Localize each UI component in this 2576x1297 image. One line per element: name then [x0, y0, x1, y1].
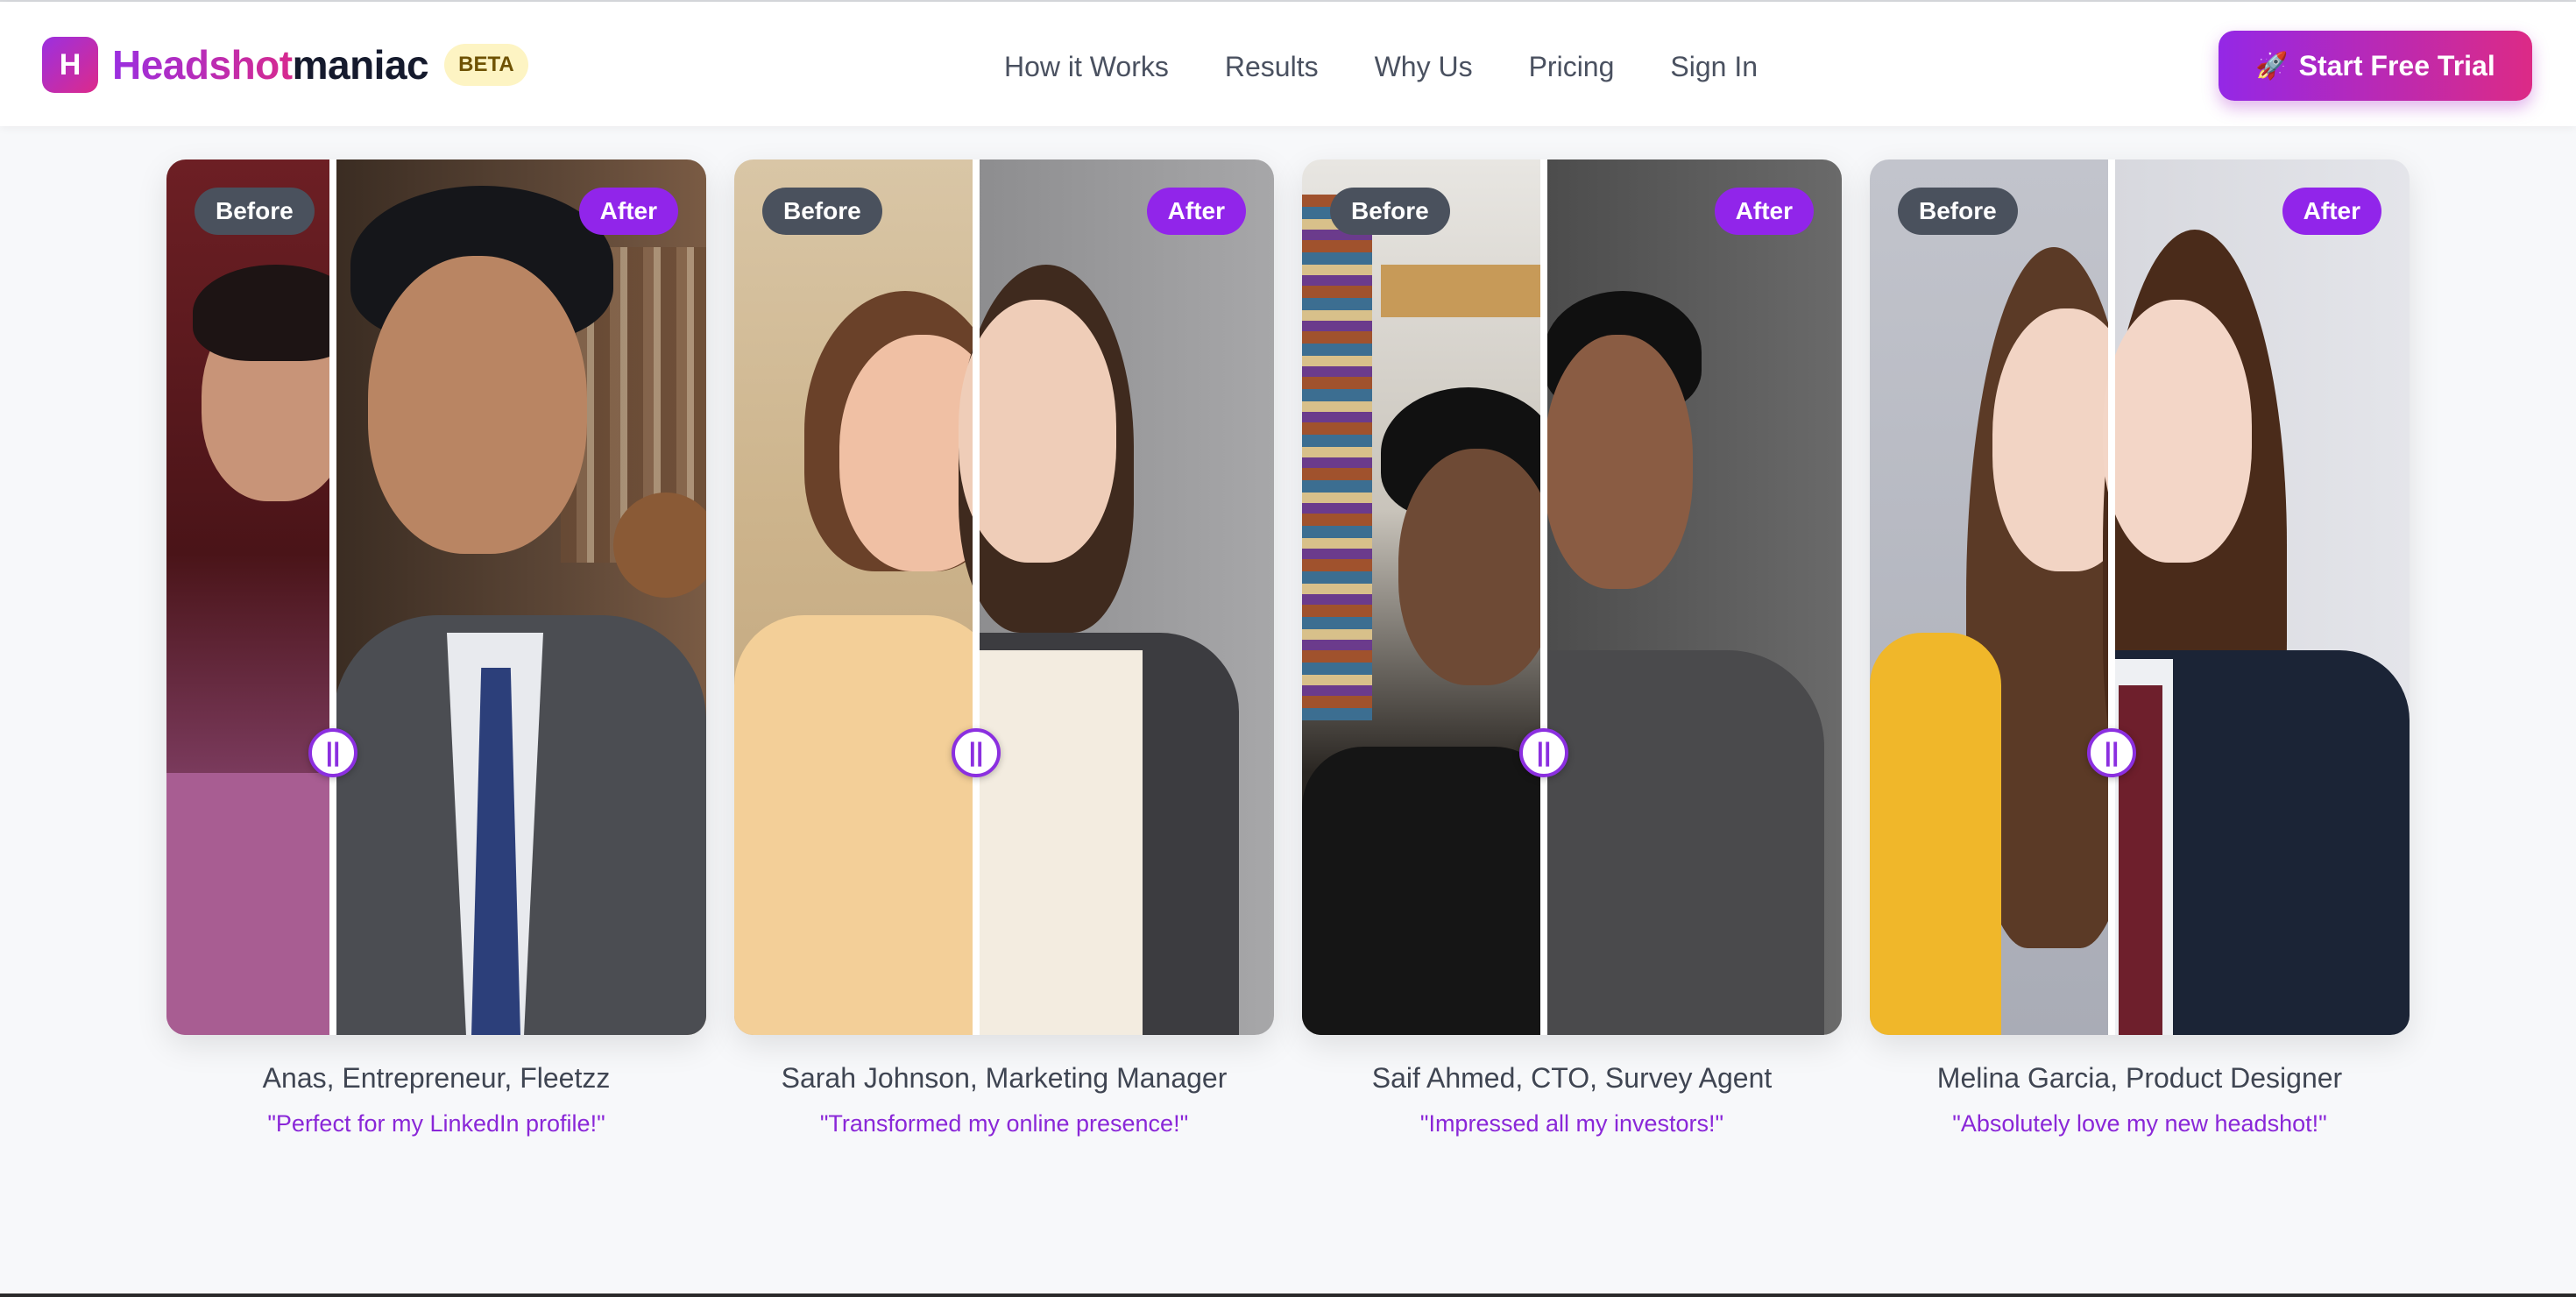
card-caption: Anas, Entrepreneur, Fleetzz "Perfect for… — [166, 1062, 706, 1138]
after-badge: After — [2282, 188, 2381, 235]
after-badge: After — [1146, 188, 1246, 235]
comparison-divider[interactable] — [2108, 159, 2115, 1035]
nav-link-why-us[interactable]: Why Us — [1375, 51, 1473, 83]
after-photo — [1544, 159, 1842, 1035]
before-badge: Before — [762, 188, 882, 235]
comparison-card[interactable]: || Before After — [166, 159, 706, 1035]
brand-name-part2: maniac — [292, 42, 429, 88]
customer-name: Melina Garcia, Product Designer — [1936, 1062, 2343, 1094]
nav-link-sign-in[interactable]: Sign In — [1670, 51, 1758, 83]
brand-name: Headshotmaniac — [112, 41, 429, 89]
main-nav: How it Works Results Why Us Pricing Sign… — [1004, 44, 1758, 89]
after-top — [976, 650, 1143, 1035]
customer-quote: "Perfect for my LinkedIn profile!" — [267, 1110, 605, 1137]
comparison-card[interactable]: || Before After — [1870, 159, 2410, 1035]
before-face — [1398, 449, 1556, 685]
beta-badge: BETA — [444, 44, 528, 86]
customer-quote: "Transformed my online presence!" — [819, 1110, 1189, 1137]
comparison-divider[interactable] — [973, 159, 980, 1035]
before-photo — [166, 159, 359, 1035]
after-badge: After — [578, 188, 678, 235]
nav-link-results[interactable]: Results — [1225, 51, 1319, 83]
logo[interactable]: H Headshotmaniac BETA — [42, 37, 528, 93]
start-free-trial-button[interactable]: 🚀 Start Free Trial — [2219, 31, 2532, 101]
before-shelf — [1381, 265, 1544, 317]
after-face — [1544, 335, 1693, 589]
before-shirt — [1870, 633, 2001, 1035]
after-globe — [613, 493, 706, 598]
logo-mark-icon: H — [42, 37, 98, 93]
after-photo — [959, 159, 1274, 1035]
after-shirt — [1544, 650, 1824, 1035]
site-header: H Headshotmaniac BETA How it Works Resul… — [0, 2, 2576, 126]
customer-quote: "Absolutely love my new headshot!" — [1952, 1110, 2327, 1137]
before-shirt — [1302, 747, 1556, 1035]
after-face — [2103, 300, 2252, 563]
customer-name: Saif Ahmed, CTO, Survey Agent — [1371, 1062, 1773, 1094]
comparison-divider[interactable] — [1540, 159, 1547, 1035]
comparison-drag-handle[interactable]: || — [2087, 728, 2136, 777]
customer-quote: "Impressed all my investors!" — [1419, 1110, 1724, 1137]
after-face — [959, 300, 1116, 563]
before-bookshelf — [1302, 195, 1372, 720]
comparison-drag-handle[interactable]: || — [308, 728, 357, 777]
comparison-card[interactable]: || Before After — [734, 159, 1274, 1035]
before-shirt — [166, 773, 333, 1035]
comparison-divider[interactable] — [329, 159, 336, 1035]
before-photo — [1302, 159, 1556, 1035]
after-badge: After — [1714, 188, 1814, 235]
before-photo — [734, 159, 1006, 1035]
brand-name-part1: Headshot — [112, 42, 293, 88]
nav-link-pricing[interactable]: Pricing — [1529, 51, 1615, 83]
comparison-drag-handle[interactable]: || — [1519, 728, 1568, 777]
comparison-drag-handle[interactable]: || — [952, 728, 1001, 777]
customer-name: Anas, Entrepreneur, Fleetzz — [262, 1062, 611, 1094]
card-caption: Melina Garcia, Product Designer "Absolut… — [1870, 1062, 2410, 1138]
after-face — [368, 256, 587, 554]
before-badge: Before — [1898, 188, 2018, 235]
start-free-trial-label: Start Free Trial — [2298, 49, 2495, 82]
before-badge: Before — [195, 188, 315, 235]
comparison-card[interactable]: || Before After — [1302, 159, 1842, 1035]
card-caption: Sarah Johnson, Marketing Manager "Transf… — [734, 1062, 1274, 1138]
customer-name: Sarah Johnson, Marketing Manager — [781, 1062, 1228, 1094]
after-photo — [333, 159, 706, 1035]
before-photo — [1870, 159, 2141, 1035]
rocket-icon: 🚀 — [2255, 51, 2289, 81]
after-photo — [2103, 159, 2410, 1035]
nav-link-how-it-works[interactable]: How it Works — [1004, 51, 1169, 83]
card-caption: Saif Ahmed, CTO, Survey Agent "Impressed… — [1302, 1062, 1842, 1138]
before-shirt — [734, 615, 997, 1035]
before-badge: Before — [1330, 188, 1450, 235]
window-bottom-border — [0, 1293, 2576, 1297]
